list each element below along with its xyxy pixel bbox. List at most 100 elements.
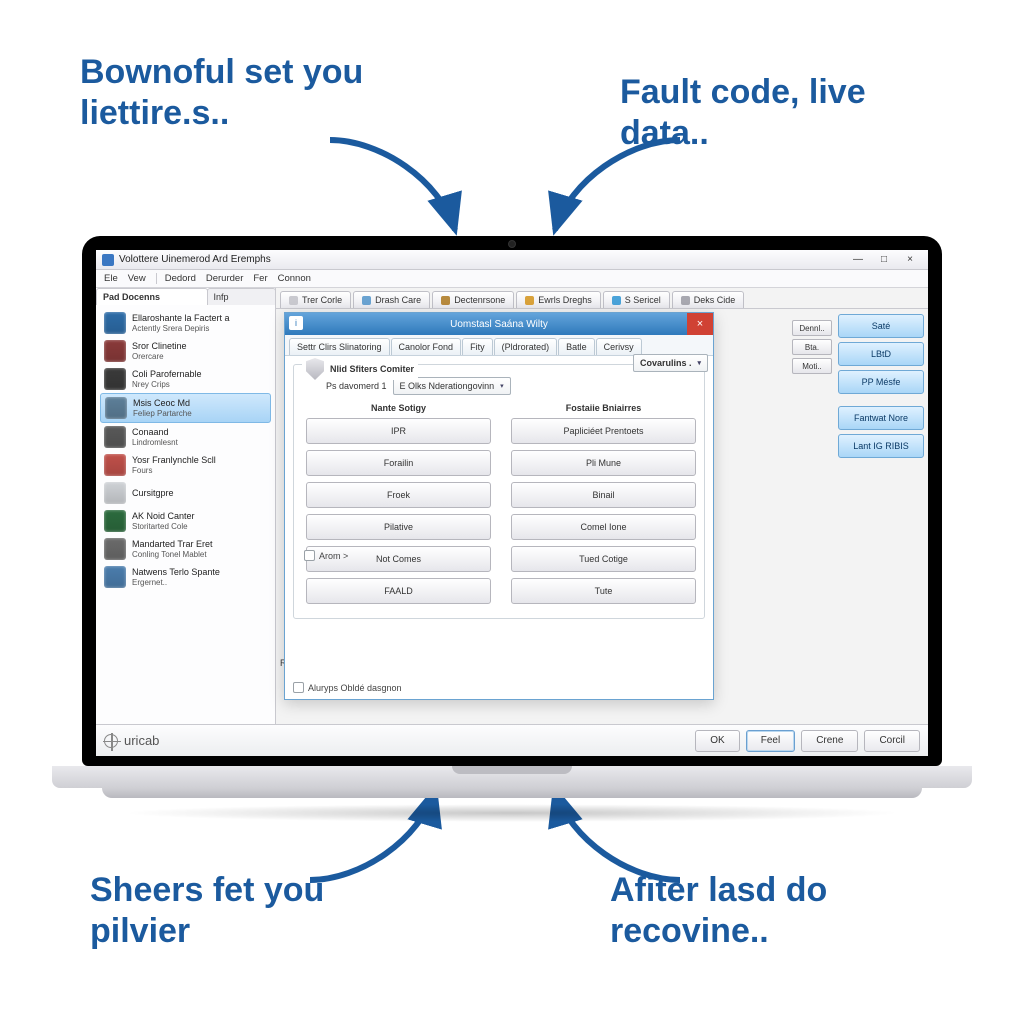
option-button[interactable]: Tued Cotige bbox=[511, 546, 696, 572]
footer-button[interactable]: Feel bbox=[746, 730, 795, 752]
arrow-top-left bbox=[320, 130, 470, 250]
option-button[interactable]: Tute bbox=[511, 578, 696, 604]
aux-button-group: Dennl.. Bta. Moti.. bbox=[792, 320, 832, 374]
menu-item[interactable]: Dedord bbox=[156, 273, 196, 284]
close-button[interactable]: × bbox=[898, 253, 922, 267]
tab-label: Dectenrsone bbox=[454, 295, 505, 305]
dialog-tab[interactable]: Canolor Fond bbox=[391, 338, 462, 355]
option-button[interactable]: IPR bbox=[306, 418, 491, 444]
maximize-button[interactable]: □ bbox=[872, 253, 896, 267]
dialog-tab[interactable]: Batle bbox=[558, 338, 595, 355]
laptop-shadow bbox=[122, 804, 902, 822]
footer-button[interactable]: Crene bbox=[801, 730, 858, 752]
checkbox[interactable] bbox=[293, 682, 304, 693]
sidebar-item[interactable]: Mandarted Trar EretConling Tonel Mablet bbox=[100, 535, 271, 563]
dialog-tab[interactable]: Settr Clirs Slinatoring bbox=[289, 338, 390, 355]
sidebar-item[interactable]: Coli ParofernableNrey Crips bbox=[100, 365, 271, 393]
column-header-right: Fostaiie Bniairres bbox=[511, 403, 696, 413]
option-button[interactable]: Binail bbox=[511, 482, 696, 508]
sidebar-item-icon bbox=[104, 510, 126, 532]
menu-item[interactable]: Derurder bbox=[206, 273, 244, 284]
window-title: Volottere Uinemerod Ard Eremphs bbox=[119, 254, 271, 265]
sidebar-item-label: Yosr Franlynchle Scll bbox=[132, 455, 216, 465]
chevron-down-icon: ▾ bbox=[698, 359, 702, 367]
aux-button[interactable]: Dennl.. bbox=[792, 320, 832, 336]
sidebar-item[interactable]: AK Noid CanterStoritarted Cole bbox=[100, 507, 271, 535]
menu-item[interactable]: Vew bbox=[128, 273, 146, 284]
tab-icon bbox=[362, 296, 371, 305]
aux-button[interactable]: Moti.. bbox=[792, 358, 832, 374]
sidebar-item-label: Natwens Terlo Spante bbox=[132, 567, 220, 577]
main-tab[interactable]: Trer Corle bbox=[280, 291, 351, 308]
laptop: Volottere Uinemerod Ard Eremphs — □ × El… bbox=[82, 236, 942, 822]
brand-name: uricab bbox=[124, 733, 159, 748]
sidebar-item-sublabel: Lindromlesnt bbox=[132, 438, 178, 447]
sidebar-item[interactable]: Msis Ceoc MdFeliep Partarche bbox=[100, 393, 271, 423]
option-button[interactable]: Froek bbox=[306, 482, 491, 508]
main-tab[interactable]: S Sericel bbox=[603, 291, 670, 308]
dialog-close-button[interactable]: × bbox=[687, 313, 713, 335]
sidebar-item[interactable]: Ellaroshante la Factert aActently Srera … bbox=[100, 309, 271, 337]
sidebar-item-icon bbox=[104, 566, 126, 588]
tab-icon bbox=[289, 296, 298, 305]
sidebar-item-label: Sror Clinetine bbox=[132, 341, 187, 351]
side-action-button[interactable]: Fantwat Nore bbox=[838, 406, 924, 430]
option-button[interactable]: Comel Ione bbox=[511, 514, 696, 540]
sidebar-item-sublabel: Storitarted Cole bbox=[132, 522, 195, 531]
sidebar-item-label: Msis Ceoc Md bbox=[133, 398, 192, 408]
main-tab[interactable]: Ewrls Dreghs bbox=[516, 291, 601, 308]
sidebar-item-label: AK Noid Canter bbox=[132, 511, 195, 521]
shield-icon bbox=[306, 358, 324, 380]
side-action-button[interactable]: Saté bbox=[838, 314, 924, 338]
main-tab[interactable]: Deks Cide bbox=[672, 291, 745, 308]
sidebar-item-icon bbox=[104, 340, 126, 362]
sidebar-item[interactable]: ConaandLindromlesnt bbox=[100, 423, 271, 451]
dialog-info-icon: i bbox=[289, 316, 303, 330]
sidebar-item[interactable]: Sror ClinetineOrercare bbox=[100, 337, 271, 365]
side-action-button[interactable]: PP Mésfe bbox=[838, 370, 924, 394]
dialog-tab[interactable]: Cerivsy bbox=[596, 338, 642, 355]
option-button[interactable]: Papliciéet Prentoets bbox=[511, 418, 696, 444]
sidebar-item-label: Coli Parofernable bbox=[132, 369, 202, 379]
option-button[interactable]: Pli Mune bbox=[511, 450, 696, 476]
sidebar-item[interactable]: Natwens Terlo SpanteErgernet.. bbox=[100, 563, 271, 591]
tab-label: S Sericel bbox=[625, 295, 661, 305]
menu-item[interactable]: Ele bbox=[104, 273, 118, 284]
checkbox-label: Aluryps Obldé dasgnon bbox=[308, 683, 402, 693]
main-tab-strip: Trer Corle Drash Care Dectenrsone Ewrls Dre… bbox=[276, 288, 928, 309]
side-action-button[interactable]: LBtD bbox=[838, 342, 924, 366]
minimize-button[interactable]: — bbox=[846, 253, 870, 267]
sidebar-tab[interactable]: Pad Docenns bbox=[96, 288, 208, 305]
sidebar-item-sublabel: Orercare bbox=[132, 352, 187, 361]
menu-item[interactable]: Fer bbox=[253, 273, 267, 284]
sidebar-tab[interactable]: Infp bbox=[207, 288, 277, 305]
sidebar-item-label: Ellaroshante la Factert a bbox=[132, 313, 230, 323]
footer-button[interactable]: OK bbox=[695, 730, 739, 752]
dialog-title: Uomstasl Saána Wilty bbox=[450, 319, 548, 330]
checkbox[interactable] bbox=[304, 550, 315, 561]
option-button[interactable]: FAALD bbox=[306, 578, 491, 604]
menubar: Ele Vew Dedord Derurder Fer Connon bbox=[96, 270, 928, 288]
sidebar-item-icon bbox=[104, 538, 126, 560]
footer-button[interactable]: Corcil bbox=[864, 730, 920, 752]
side-action-button[interactable]: Lant IG RIBIS bbox=[838, 434, 924, 458]
sidebar-item-icon bbox=[105, 397, 127, 419]
right-button-group-top: Saté LBtD PP Mésfe bbox=[838, 314, 924, 394]
right-combo[interactable]: Covarulins . ▾ bbox=[633, 354, 708, 372]
brand-logo-icon bbox=[104, 734, 118, 748]
option-button[interactable]: Pilative bbox=[306, 514, 491, 540]
option-button[interactable]: Forailin bbox=[306, 450, 491, 476]
dialog-tab[interactable]: Fity bbox=[462, 338, 493, 355]
dialog-tab-strip: Settr Clirs SlinatoringCanolor FondFity(… bbox=[285, 335, 713, 356]
main-tab[interactable]: Drash Care bbox=[353, 291, 430, 308]
dialog-tab[interactable]: (Pldrorated) bbox=[494, 338, 558, 355]
modal-dialog: i Uomstasl Saána Wilty × Settr Clirs Sli… bbox=[284, 312, 714, 700]
tab-icon bbox=[525, 296, 534, 305]
sidebar-item[interactable]: Cursitgpre bbox=[100, 479, 271, 507]
sidebar-item[interactable]: Yosr Franlynchle ScllFours bbox=[100, 451, 271, 479]
aux-button[interactable]: Bta. bbox=[792, 339, 832, 355]
main-tab[interactable]: Dectenrsone bbox=[432, 291, 514, 308]
dialog-groupbox: Nlid Sfiters Comiter Covarulins . ▾ bbox=[293, 364, 705, 619]
tab-label: Trer Corle bbox=[302, 295, 342, 305]
menu-item[interactable]: Connon bbox=[278, 273, 311, 284]
